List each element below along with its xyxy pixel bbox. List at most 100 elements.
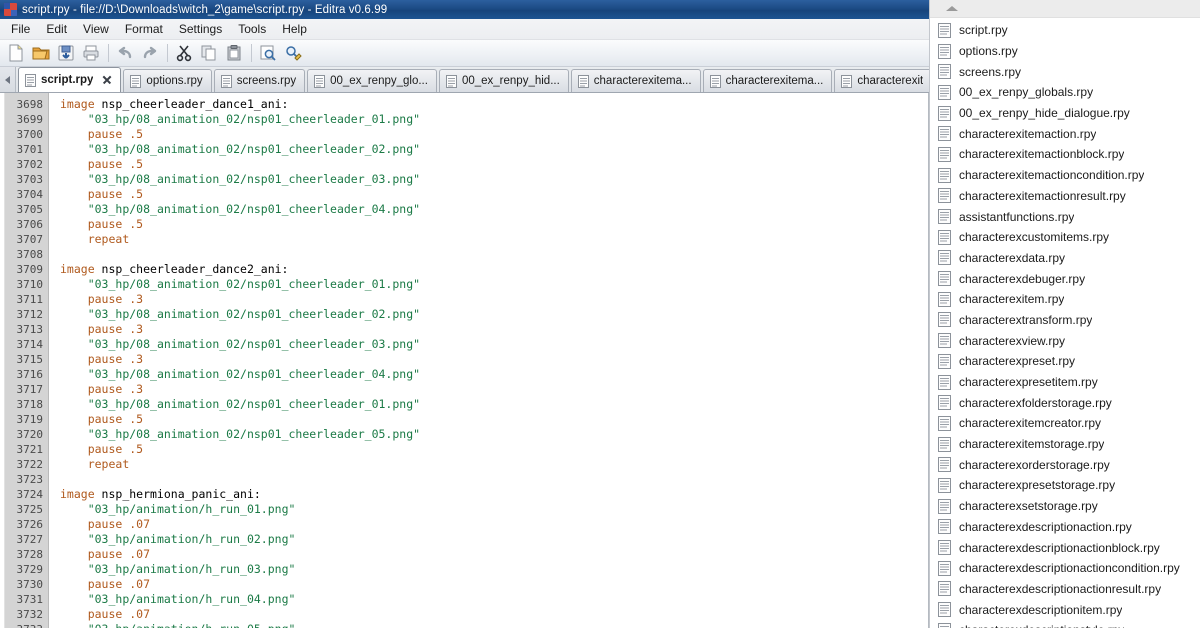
menu-item-edit[interactable]: Edit [38, 20, 75, 38]
code-line[interactable]: image nsp_cheerleader_dance1_ani: [60, 97, 928, 112]
code-line[interactable]: pause .3 [60, 382, 928, 397]
code-line[interactable]: "03_hp/08_animation_02/nsp01_cheerleader… [60, 367, 928, 382]
code-line[interactable]: "03_hp/08_animation_02/nsp01_cheerleader… [60, 112, 928, 127]
print-button[interactable] [79, 42, 103, 65]
cut-button[interactable] [172, 42, 196, 65]
code-line[interactable]: pause .07 [60, 577, 928, 592]
code-line[interactable]: pause .5 [60, 217, 928, 232]
code-line[interactable]: "03_hp/08_animation_02/nsp01_cheerleader… [60, 142, 928, 157]
file-list-item[interactable]: characterexitemactionresult.rpy [930, 186, 1200, 207]
find-replace-button[interactable] [281, 42, 305, 65]
save-button[interactable] [54, 42, 78, 65]
code-token-kw: pause .5 [87, 187, 144, 201]
code-line[interactable]: "03_hp/08_animation_02/nsp01_cheerleader… [60, 427, 928, 442]
file-name-label: characterexdescriptionactionresult.rpy [959, 581, 1162, 596]
code-area[interactable]: image nsp_cheerleader_dance1_ani: "03_hp… [49, 93, 928, 628]
file-panel-header[interactable] [930, 0, 1200, 18]
code-line[interactable]: "03_hp/08_animation_02/nsp01_cheerleader… [60, 202, 928, 217]
file-list-item[interactable]: characterextransform.rpy [930, 310, 1200, 331]
code-editor[interactable]: 3698 3699 3700 3701 3702 3703 3704 3705 3706 3707… [0, 93, 929, 628]
file-list-item[interactable]: characterexdebuger.rpy [930, 268, 1200, 289]
file-list-item[interactable]: characterexorderstorage.rpy [930, 454, 1200, 475]
code-line[interactable]: image nsp_cheerleader_dance2_ani: [60, 262, 928, 277]
file-list-item[interactable]: characterexdata.rpy [930, 248, 1200, 269]
file-list-item[interactable]: characterexsetstorage.rpy [930, 496, 1200, 517]
file-list-item[interactable]: characterexdescriptionactioncondition.rp… [930, 558, 1200, 579]
code-line[interactable]: pause .5 [60, 442, 928, 457]
code-line[interactable]: pause .07 [60, 607, 928, 622]
code-line[interactable]: "03_hp/animation/h_run_03.png" [60, 562, 928, 577]
tab-scroll-left-button[interactable] [0, 67, 16, 92]
code-line[interactable]: "03_hp/08_animation_02/nsp01_cheerleader… [60, 277, 928, 292]
file-list-item[interactable]: characterexpresetstorage.rpy [930, 475, 1200, 496]
menu-item-tools[interactable]: Tools [230, 20, 274, 38]
file-list-item[interactable]: characterexcustomitems.rpy [930, 227, 1200, 248]
code-line[interactable] [60, 472, 928, 487]
file-list-item[interactable]: characterexitemactioncondition.rpy [930, 165, 1200, 186]
menu-item-settings[interactable]: Settings [171, 20, 230, 38]
code-line[interactable]: pause .3 [60, 352, 928, 367]
file-list-item[interactable]: characterexdescriptionactionresult.rpy [930, 579, 1200, 600]
file-list-item[interactable]: script.rpy [930, 20, 1200, 41]
paste-button[interactable] [222, 42, 246, 65]
menu-item-help[interactable]: Help [274, 20, 315, 38]
menu-item-file[interactable]: File [3, 20, 38, 38]
code-line[interactable]: repeat [60, 232, 928, 247]
file-list-item[interactable]: characterexitem.rpy [930, 289, 1200, 310]
redo-button[interactable] [138, 42, 162, 65]
menu-item-format[interactable]: Format [117, 20, 171, 38]
find-button[interactable] [256, 42, 280, 65]
tab-00-ex-renpy-glo[interactable]: 00_ex_renpy_glo... [307, 69, 437, 92]
code-line[interactable]: pause .07 [60, 517, 928, 532]
code-line[interactable]: pause .3 [60, 292, 928, 307]
triangle-up-icon[interactable] [946, 6, 958, 11]
file-list-item[interactable]: characterexitemcreator.rpy [930, 413, 1200, 434]
close-icon[interactable] [102, 75, 112, 85]
file-list-item[interactable]: screens.rpy [930, 61, 1200, 82]
tab-characterexitema[interactable]: characterexitema... [702, 69, 833, 92]
code-line[interactable]: pause .07 [60, 547, 928, 562]
code-line[interactable]: "03_hp/animation/h_run_01.png" [60, 502, 928, 517]
code-line[interactable]: "03_hp/08_animation_02/nsp01_cheerleader… [60, 337, 928, 352]
file-list-item[interactable]: characterexdescriptionitem.rpy [930, 599, 1200, 620]
code-line[interactable]: "03_hp/08_animation_02/nsp01_cheerleader… [60, 307, 928, 322]
open-file-button[interactable] [29, 42, 53, 65]
tab-00-ex-renpy-hid[interactable]: 00_ex_renpy_hid... [438, 69, 569, 92]
code-line[interactable]: pause .3 [60, 322, 928, 337]
file-list-item[interactable]: characterexfolderstorage.rpy [930, 392, 1200, 413]
code-line[interactable]: pause .5 [60, 127, 928, 142]
file-list-item[interactable]: characterexpreset.rpy [930, 351, 1200, 372]
file-list-item[interactable]: options.rpy [930, 41, 1200, 62]
copy-button[interactable] [197, 42, 221, 65]
file-list-item[interactable]: characterexpresetitem.rpy [930, 372, 1200, 393]
undo-button[interactable] [113, 42, 137, 65]
new-file-button[interactable] [4, 42, 28, 65]
code-line[interactable]: "03_hp/animation/h_run_02.png" [60, 532, 928, 547]
code-line[interactable]: pause .5 [60, 157, 928, 172]
file-list-item[interactable]: characterexdescriptionactionblock.rpy [930, 537, 1200, 558]
code-line[interactable]: pause .5 [60, 412, 928, 427]
code-line[interactable]: "03_hp/08_animation_02/nsp01_cheerleader… [60, 397, 928, 412]
code-line[interactable] [60, 247, 928, 262]
menu-item-view[interactable]: View [75, 20, 117, 38]
file-list-item[interactable]: 00_ex_renpy_hide_dialogue.rpy [930, 103, 1200, 124]
file-list-item[interactable]: 00_ex_renpy_globals.rpy [930, 82, 1200, 103]
code-line[interactable]: pause .5 [60, 187, 928, 202]
tab-screens-rpy[interactable]: screens.rpy [213, 69, 306, 92]
code-line[interactable]: "03_hp/08_animation_02/nsp01_cheerleader… [60, 172, 928, 187]
tab-options-rpy[interactable]: options.rpy [123, 69, 212, 92]
file-list-item[interactable]: assistantfunctions.rpy [930, 206, 1200, 227]
code-line[interactable]: "03_hp/animation/h_run_05.png" [60, 622, 928, 628]
file-list-item[interactable]: characterexview.rpy [930, 330, 1200, 351]
file-list-item[interactable]: characterexitemaction.rpy [930, 123, 1200, 144]
tab-characterexitema[interactable]: characterexitema... [570, 69, 701, 92]
file-list-item[interactable]: characterexdescriptionaction.rpy [930, 517, 1200, 538]
tab-script-rpy[interactable]: script.rpy [18, 67, 122, 92]
code-line[interactable]: "03_hp/animation/h_run_04.png" [60, 592, 928, 607]
code-line[interactable]: image nsp_hermiona_panic_ani: [60, 487, 928, 502]
file-list-item[interactable]: characterexitemstorage.rpy [930, 434, 1200, 455]
file-list-item[interactable]: characterexitemactionblock.rpy [930, 144, 1200, 165]
tab-characterexit[interactable]: characterexit [834, 69, 933, 92]
code-line[interactable]: repeat [60, 457, 928, 472]
file-list-item[interactable]: characterexdescriptionstyle.rpy [930, 620, 1200, 628]
